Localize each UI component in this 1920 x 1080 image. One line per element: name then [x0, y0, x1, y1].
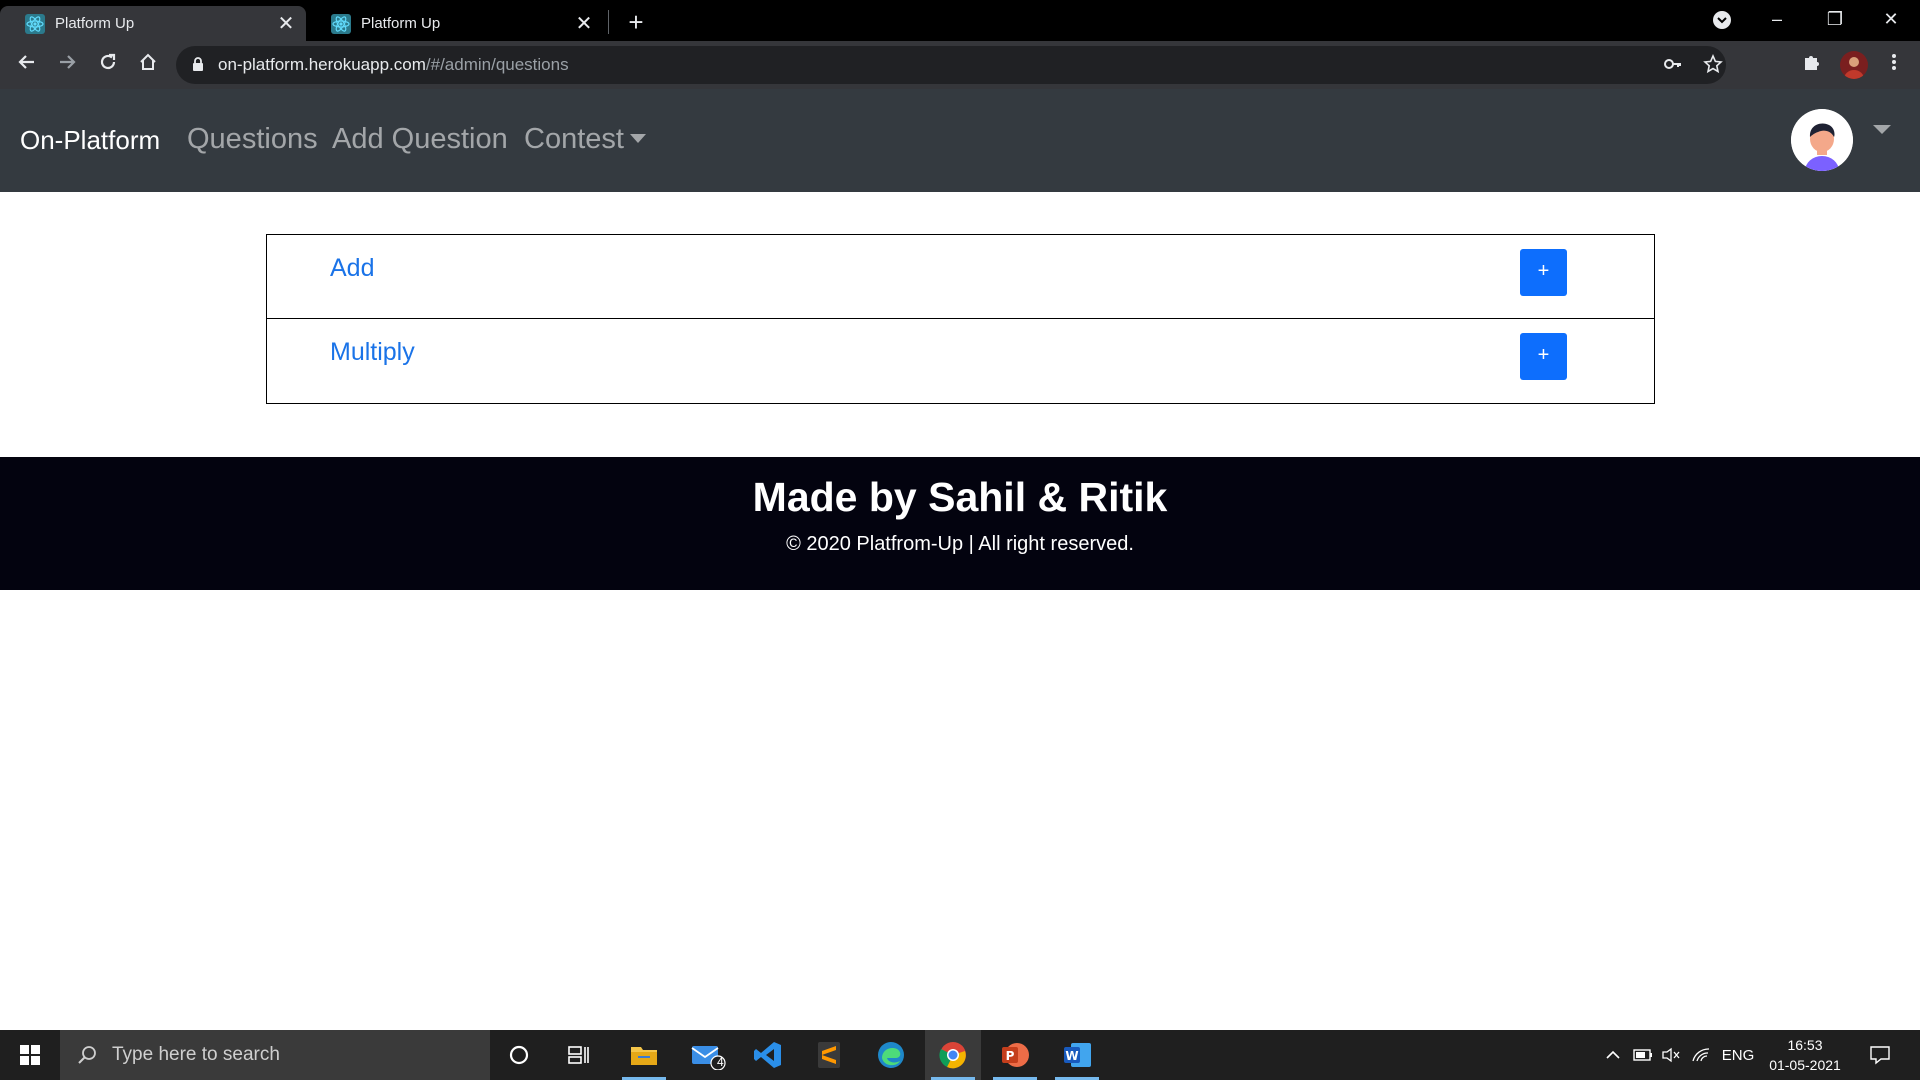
new-tab-button[interactable]: +: [620, 7, 652, 39]
extensions-puzzle-icon[interactable]: [1798, 51, 1826, 79]
clock-date: 01-05-2021: [1769, 1057, 1841, 1073]
browser-tab-1[interactable]: Platform Up ✕: [0, 6, 306, 41]
reload-icon[interactable]: [94, 51, 122, 79]
search-icon: [76, 1044, 98, 1066]
battery-icon[interactable]: [1630, 1030, 1656, 1080]
vscode-icon[interactable]: [740, 1030, 796, 1080]
question-row: Add +: [267, 235, 1654, 319]
tab-close-icon[interactable]: ✕: [276, 14, 296, 34]
add-to-contest-button[interactable]: +: [1520, 333, 1567, 380]
nav-link-questions[interactable]: Questions: [187, 123, 318, 156]
browser-toolbar: on-platform.herokuapp.com/#/admin/questi…: [0, 41, 1920, 89]
react-favicon-icon: [25, 13, 45, 34]
taskbar-clock[interactable]: 16:53 01-05-2021: [1762, 1035, 1848, 1075]
sublime-icon[interactable]: [801, 1030, 857, 1080]
edge-icon[interactable]: [863, 1030, 919, 1080]
url-path: /#/admin/questions: [425, 55, 569, 74]
url-host: on-platform.herokuapp.com: [218, 55, 426, 74]
url-text[interactable]: on-platform.herokuapp.com/#/admin/questi…: [218, 55, 569, 75]
file-explorer-icon[interactable]: [616, 1030, 672, 1080]
tab-close-icon[interactable]: ✕: [574, 14, 594, 34]
close-window-button[interactable]: ✕: [1862, 0, 1920, 41]
app-navbar: On-Platform Questions Add Question Conte…: [0, 89, 1920, 192]
taskbar-search-box[interactable]: Type here to search: [60, 1030, 490, 1080]
bookmark-star-icon[interactable]: [1702, 54, 1724, 76]
tab-search-icon[interactable]: [1713, 11, 1731, 29]
svg-text:P: P: [1006, 1049, 1015, 1063]
windows-start-button[interactable]: [0, 1030, 60, 1080]
notification-center-icon[interactable]: [1862, 1030, 1898, 1080]
tab-title: Platform Up: [361, 15, 441, 32]
tab-title: Platform Up: [55, 15, 135, 32]
minimize-button[interactable]: –: [1748, 0, 1806, 41]
user-menu-caret-icon[interactable]: [1873, 125, 1891, 134]
brand-link[interactable]: On-Platform: [20, 125, 160, 156]
footer-title: Made by Sahil & Ritik: [752, 474, 1168, 520]
back-arrow-icon[interactable]: [13, 51, 41, 79]
volume-muted-icon[interactable]: [1658, 1030, 1684, 1080]
powerpoint-icon[interactable]: P: [987, 1030, 1043, 1080]
browser-tab-2[interactable]: Platform Up ✕: [306, 6, 604, 41]
user-avatar[interactable]: [1791, 109, 1853, 171]
question-link[interactable]: Multiply: [330, 338, 415, 367]
windows-logo-icon: [20, 1045, 40, 1065]
wifi-icon[interactable]: [1688, 1030, 1714, 1080]
lock-icon: [192, 57, 204, 77]
footer-copyright: © 2020 Platfrom-Up | All right reserved.: [786, 533, 1134, 555]
mail-badge: 4: [717, 1055, 724, 1069]
tab-divider: [608, 10, 609, 34]
questions-list: Add + Multiply +: [266, 234, 1655, 404]
question-row: Multiply +: [267, 319, 1654, 403]
restore-button[interactable]: ❐: [1806, 0, 1864, 41]
nav-contest-label: Contest: [524, 123, 624, 155]
react-favicon-icon: [331, 13, 351, 34]
task-view-icon[interactable]: [551, 1030, 607, 1080]
add-to-contest-button[interactable]: +: [1520, 249, 1567, 296]
browser-tab-strip: Platform Up ✕ Platform Up ✕ + – ❐ ✕: [0, 0, 1920, 41]
cortana-icon[interactable]: [491, 1030, 547, 1080]
windows-taskbar: Type here to search 4 P W ENG 16:53 01-0…: [0, 1030, 1920, 1080]
svg-text:W: W: [1065, 1049, 1078, 1063]
language-indicator[interactable]: ENG: [1718, 1030, 1758, 1080]
address-bar[interactable]: on-platform.herokuapp.com/#/admin/questi…: [176, 46, 1726, 84]
chrome-icon[interactable]: [925, 1030, 981, 1080]
browser-profile-avatar[interactable]: [1840, 51, 1868, 79]
search-placeholder: Type here to search: [112, 1044, 280, 1065]
clock-time: 16:53: [1787, 1037, 1823, 1053]
question-link[interactable]: Add: [330, 254, 374, 283]
show-hidden-icons-chevron-icon[interactable]: [1601, 1030, 1625, 1080]
nav-dropdown-contest[interactable]: Contest: [524, 123, 646, 156]
key-icon[interactable]: [1662, 54, 1684, 76]
home-icon[interactable]: [134, 51, 162, 79]
mail-icon[interactable]: 4: [680, 1030, 736, 1080]
kebab-menu-icon[interactable]: [1880, 51, 1908, 79]
caret-down-icon: [629, 133, 646, 143]
page-footer: Made by Sahil & Ritik © 2020 Platfrom-Up…: [0, 457, 1920, 590]
nav-link-add-question[interactable]: Add Question: [332, 123, 508, 156]
word-icon[interactable]: W: [1049, 1030, 1105, 1080]
forward-arrow-icon[interactable]: [53, 51, 81, 79]
